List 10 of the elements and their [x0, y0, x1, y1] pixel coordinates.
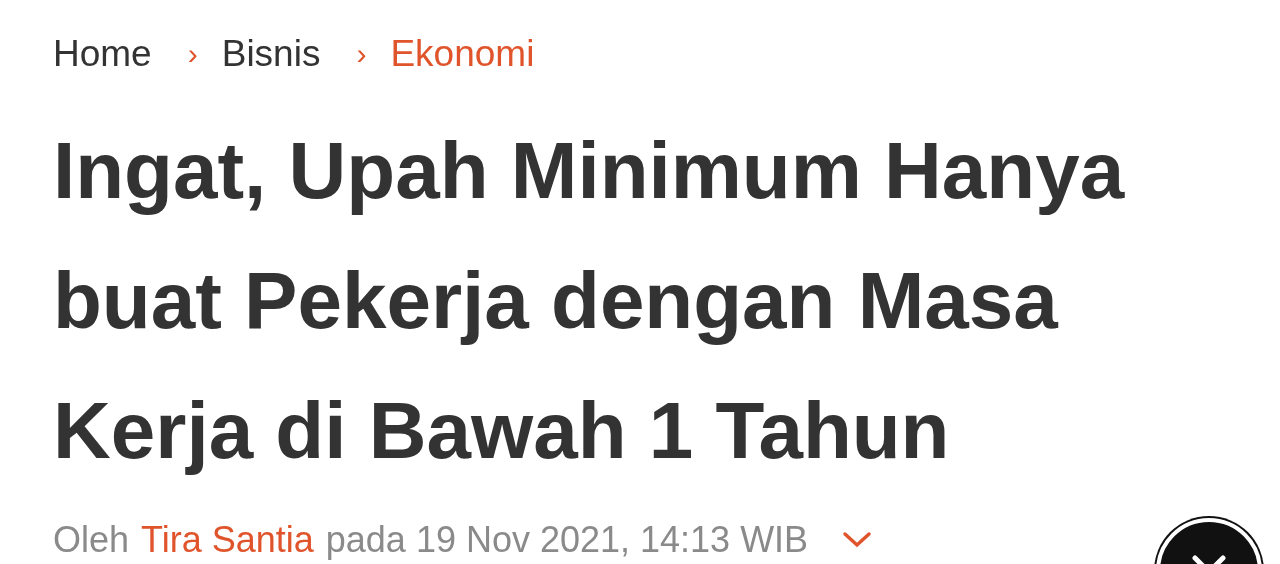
breadcrumb-link[interactable]: Ekonomi	[390, 28, 535, 80]
byline-prefix: Oleh	[53, 518, 130, 562]
breadcrumb-separator: ›	[187, 36, 198, 72]
author-link[interactable]: Tira Santia	[141, 516, 314, 564]
breadcrumb-separator: ›	[356, 36, 367, 72]
article-title: Ingat, Upah Minimum Hanya buat Pekerja dengan Masa Kerja di Bawah 1 Tahun	[53, 125, 1126, 477]
publish-date: pada 19 Nov 2021, 14:13 WIB	[325, 518, 809, 562]
chevron-down-icon[interactable]	[842, 531, 873, 549]
breadcrumb-link[interactable]: Home	[53, 28, 152, 80]
breadcrumb-link[interactable]: Bisnis	[221, 28, 321, 80]
